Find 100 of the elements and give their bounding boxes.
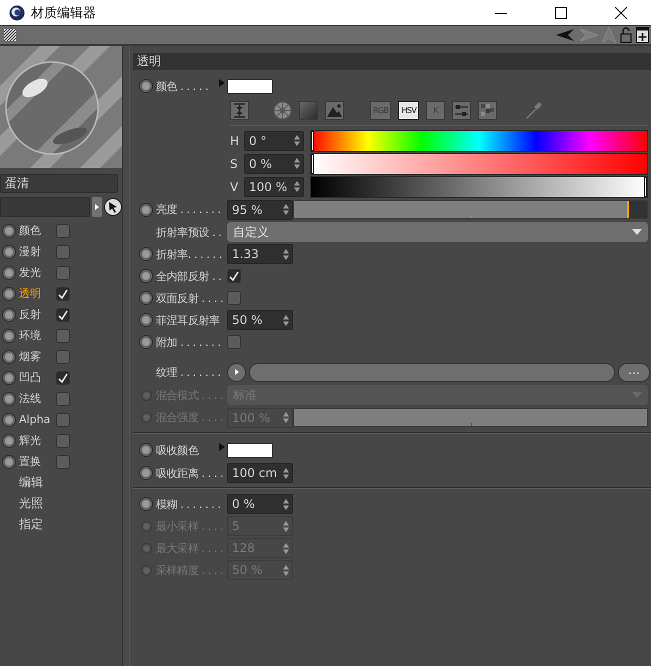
channel-item[interactable]: 环境 bbox=[19, 328, 56, 343]
checkbox[interactable] bbox=[56, 434, 70, 448]
keyframe-button[interactable] bbox=[139, 335, 153, 349]
number-field[interactable]: 1.33 bbox=[227, 244, 293, 264]
checkbox[interactable] bbox=[227, 269, 241, 283]
preset-field[interactable] bbox=[0, 197, 90, 217]
channel-item[interactable]: 漫射 bbox=[19, 244, 56, 259]
number-field[interactable]: 50 % bbox=[227, 310, 293, 330]
keyframe-button[interactable] bbox=[2, 392, 16, 406]
slider-handle[interactable] bbox=[644, 176, 647, 196]
spinner-icon[interactable] bbox=[294, 181, 300, 192]
checkbox[interactable] bbox=[56, 392, 70, 406]
expand-button[interactable] bbox=[92, 197, 102, 217]
spinner-icon[interactable] bbox=[283, 564, 289, 576]
browse-button[interactable]: ... bbox=[618, 362, 650, 382]
channel-item[interactable]: 法线 bbox=[19, 391, 56, 406]
number-field[interactable]: 95 % bbox=[227, 200, 293, 220]
lock-icon[interactable] bbox=[620, 27, 632, 43]
slider-handle[interactable] bbox=[311, 130, 314, 150]
keyframe-button[interactable] bbox=[2, 434, 16, 448]
keyframe-button[interactable] bbox=[2, 224, 16, 238]
keyframe-button[interactable] bbox=[2, 328, 16, 342]
pointer-icon[interactable] bbox=[104, 198, 122, 216]
checkbox[interactable] bbox=[227, 291, 241, 305]
channel-item[interactable]: 透明 bbox=[19, 286, 56, 301]
spinner-icon[interactable] bbox=[283, 498, 289, 510]
keyframe-button[interactable] bbox=[2, 350, 16, 364]
color-swatch[interactable] bbox=[227, 78, 273, 94]
keyframe-button[interactable] bbox=[139, 466, 153, 480]
new-window-icon[interactable] bbox=[636, 27, 649, 43]
keyframe-button[interactable] bbox=[139, 79, 153, 93]
hatch-grid-icon[interactable] bbox=[4, 29, 16, 41]
checkbox[interactable] bbox=[227, 335, 241, 349]
keyframe-button[interactable] bbox=[139, 269, 153, 283]
checkbox[interactable] bbox=[56, 350, 70, 364]
channel-item[interactable]: 置换 bbox=[19, 454, 56, 469]
checkbox[interactable] bbox=[56, 244, 70, 258]
keyframe-button[interactable] bbox=[2, 370, 16, 384]
number-field[interactable]: 100 % bbox=[244, 176, 304, 196]
channel-item[interactable]: 烟雾 bbox=[19, 349, 56, 364]
channel-item[interactable]: 凹凸 bbox=[19, 370, 56, 385]
color-swatch[interactable] bbox=[227, 442, 273, 458]
checkbox[interactable] bbox=[56, 308, 70, 322]
color-mode-button[interactable]: HSV bbox=[398, 100, 420, 120]
checkbox[interactable] bbox=[56, 454, 70, 468]
keyframe-button[interactable] bbox=[139, 202, 153, 216]
sidebar-link[interactable]: 编辑 bbox=[19, 474, 43, 491]
keyframe-button[interactable] bbox=[2, 286, 16, 300]
keyframe-button[interactable] bbox=[139, 291, 153, 305]
sidebar-link[interactable]: 指定 bbox=[19, 516, 43, 533]
keyframe-button[interactable] bbox=[2, 244, 16, 258]
keyframe-button[interactable] bbox=[139, 247, 153, 261]
keyframe-button[interactable] bbox=[2, 412, 16, 426]
spinner-icon[interactable] bbox=[283, 542, 289, 554]
number-field[interactable]: 100 cm bbox=[227, 463, 293, 483]
checkbox[interactable] bbox=[56, 286, 70, 300]
spinner-icon[interactable] bbox=[283, 412, 289, 423]
spinner-icon[interactable] bbox=[294, 158, 300, 169]
channel-item[interactable]: 发光 bbox=[19, 265, 56, 280]
swatch-grid-icon[interactable] bbox=[478, 100, 498, 120]
back-arrow-icon[interactable] bbox=[556, 29, 576, 41]
checkbox[interactable] bbox=[56, 370, 70, 384]
keyframe-button[interactable] bbox=[2, 266, 16, 280]
spinner-icon[interactable] bbox=[283, 468, 289, 478]
channel-item[interactable]: 颜色 bbox=[19, 223, 56, 238]
checkbox[interactable] bbox=[56, 266, 70, 280]
close-icon[interactable] bbox=[615, 6, 627, 18]
dropdown[interactable]: 自定义 bbox=[227, 222, 648, 242]
checkbox[interactable] bbox=[56, 328, 70, 342]
color-slider[interactable] bbox=[310, 152, 648, 174]
texture-field[interactable] bbox=[249, 362, 615, 382]
keyframe-button[interactable] bbox=[139, 497, 153, 511]
sliders-icon[interactable] bbox=[452, 100, 472, 120]
image-icon[interactable] bbox=[325, 100, 344, 120]
spinner-icon[interactable] bbox=[283, 520, 289, 532]
level-arrows-icon[interactable] bbox=[230, 100, 249, 120]
color-slider[interactable] bbox=[310, 176, 648, 198]
spinner-icon[interactable] bbox=[283, 314, 289, 326]
channel-item[interactable]: 反射 bbox=[19, 307, 56, 322]
channel-item[interactable]: 辉光 bbox=[19, 433, 56, 448]
number-field[interactable]: 0 % bbox=[244, 154, 304, 174]
channel-item[interactable]: Alpha bbox=[19, 413, 56, 426]
checkbox[interactable] bbox=[56, 412, 70, 426]
load-button[interactable] bbox=[227, 362, 246, 382]
spinner-icon[interactable] bbox=[283, 204, 289, 215]
spinner-icon[interactable] bbox=[294, 135, 300, 146]
keyframe-button[interactable] bbox=[2, 454, 16, 468]
color-slider[interactable] bbox=[310, 130, 648, 152]
color-wheel-icon[interactable] bbox=[273, 100, 292, 120]
checkbox[interactable] bbox=[56, 224, 70, 238]
number-field[interactable]: 0 % bbox=[227, 494, 293, 514]
keyframe-button[interactable] bbox=[139, 443, 153, 457]
spinner-icon[interactable] bbox=[283, 248, 289, 260]
sidebar-link[interactable]: 光照 bbox=[19, 495, 43, 512]
maximize-icon[interactable] bbox=[555, 6, 567, 18]
material-name-field[interactable]: 蛋清 bbox=[0, 174, 118, 193]
keyframe-button[interactable] bbox=[2, 308, 16, 322]
keyframe-button[interactable] bbox=[139, 313, 153, 327]
slider-handle[interactable] bbox=[311, 154, 314, 174]
number-field[interactable]: 0 ° bbox=[244, 130, 304, 150]
